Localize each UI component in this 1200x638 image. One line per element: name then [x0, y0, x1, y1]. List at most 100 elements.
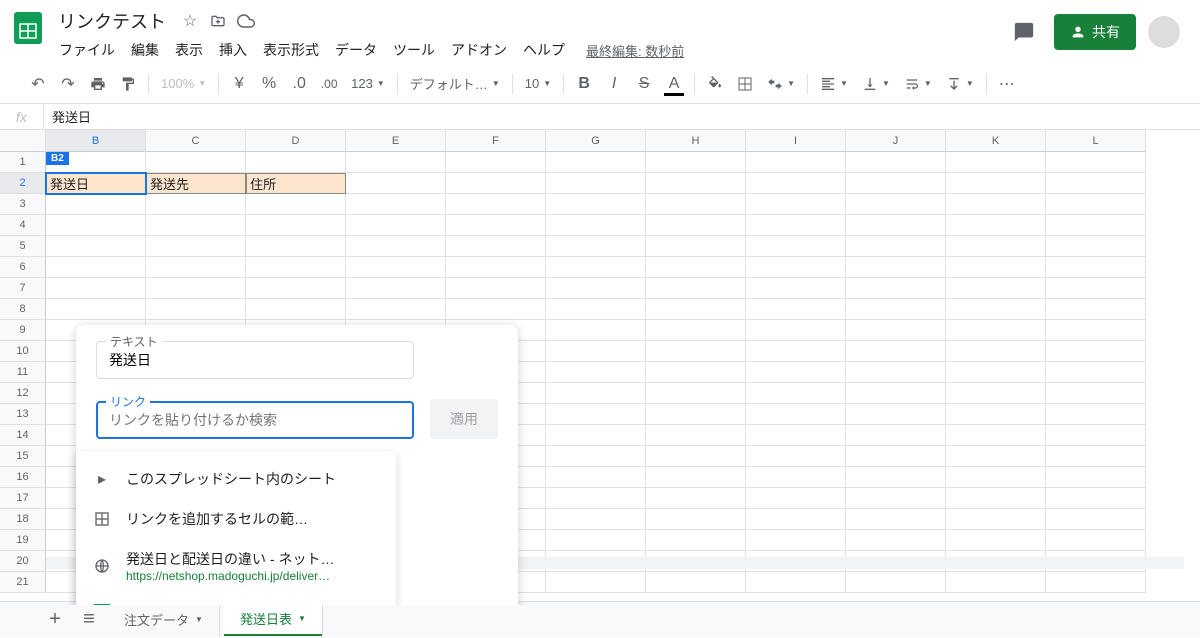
- cell-I8[interactable]: [746, 299, 846, 320]
- cell-L9[interactable]: [1046, 320, 1146, 341]
- cell-I13[interactable]: [746, 404, 846, 425]
- cell-I6[interactable]: [746, 257, 846, 278]
- cell-L7[interactable]: [1046, 278, 1146, 299]
- cell-D3[interactable]: [246, 194, 346, 215]
- row-header-19[interactable]: 19: [0, 530, 46, 551]
- cell-K6[interactable]: [946, 257, 1046, 278]
- cell-D8[interactable]: [246, 299, 346, 320]
- cell-L16[interactable]: [1046, 467, 1146, 488]
- cell-H17[interactable]: [646, 488, 746, 509]
- cell-E4[interactable]: [346, 215, 446, 236]
- cell-L5[interactable]: [1046, 236, 1146, 257]
- cell-K15[interactable]: [946, 446, 1046, 467]
- cell-H11[interactable]: [646, 362, 746, 383]
- cell-G10[interactable]: [546, 341, 646, 362]
- redo-button[interactable]: ↷: [54, 70, 82, 98]
- row-header-6[interactable]: 6: [0, 257, 46, 278]
- cell-H18[interactable]: [646, 509, 746, 530]
- cell-H12[interactable]: [646, 383, 746, 404]
- cell-J3[interactable]: [846, 194, 946, 215]
- cell-F7[interactable]: [446, 278, 546, 299]
- cell-K18[interactable]: [946, 509, 1046, 530]
- cell-I9[interactable]: [746, 320, 846, 341]
- suggestion-cell-range[interactable]: リンクを追加するセルの範…: [76, 499, 396, 539]
- cell-C7[interactable]: [146, 278, 246, 299]
- cell-G19[interactable]: [546, 530, 646, 551]
- row-header-3[interactable]: 3: [0, 194, 46, 215]
- cell-L12[interactable]: [1046, 383, 1146, 404]
- move-icon[interactable]: [208, 11, 228, 31]
- cell-G9[interactable]: [546, 320, 646, 341]
- row-header-14[interactable]: 14: [0, 425, 46, 446]
- column-header-B[interactable]: B: [46, 130, 146, 152]
- row-header-15[interactable]: 15: [0, 446, 46, 467]
- cell-G13[interactable]: [546, 404, 646, 425]
- column-header-C[interactable]: C: [146, 130, 246, 152]
- cell-L17[interactable]: [1046, 488, 1146, 509]
- cell-G11[interactable]: [546, 362, 646, 383]
- cell-G18[interactable]: [546, 509, 646, 530]
- strikethrough-button[interactable]: S: [630, 70, 658, 98]
- cell-K5[interactable]: [946, 236, 1046, 257]
- text-color-button[interactable]: A: [660, 70, 688, 98]
- cell-I19[interactable]: [746, 530, 846, 551]
- cell-K9[interactable]: [946, 320, 1046, 341]
- row-header-13[interactable]: 13: [0, 404, 46, 425]
- cell-H14[interactable]: [646, 425, 746, 446]
- wrap-button[interactable]: ▼: [898, 72, 938, 96]
- cell-D5[interactable]: [246, 236, 346, 257]
- row-header-18[interactable]: 18: [0, 509, 46, 530]
- cell-L1[interactable]: [1046, 152, 1146, 173]
- column-header-H[interactable]: H: [646, 130, 746, 152]
- sheet-tab-1[interactable]: 発送日表▼: [224, 601, 323, 638]
- cell-J19[interactable]: [846, 530, 946, 551]
- cell-G7[interactable]: [546, 278, 646, 299]
- cell-I2[interactable]: [746, 173, 846, 194]
- column-header-G[interactable]: G: [546, 130, 646, 152]
- menu-insert[interactable]: 挿入: [212, 36, 254, 64]
- cell-B7[interactable]: [46, 278, 146, 299]
- cell-H2[interactable]: [646, 173, 746, 194]
- cell-E3[interactable]: [346, 194, 446, 215]
- cell-E8[interactable]: [346, 299, 446, 320]
- cell-I11[interactable]: [746, 362, 846, 383]
- sheets-logo[interactable]: [8, 8, 48, 48]
- cell-G6[interactable]: [546, 257, 646, 278]
- cell-C4[interactable]: [146, 215, 246, 236]
- cell-F4[interactable]: [446, 215, 546, 236]
- cell-G3[interactable]: [546, 194, 646, 215]
- row-header-21[interactable]: 21: [0, 572, 46, 593]
- cell-L3[interactable]: [1046, 194, 1146, 215]
- apply-button[interactable]: 適用: [430, 399, 498, 439]
- cell-I15[interactable]: [746, 446, 846, 467]
- rotate-button[interactable]: ▼: [940, 72, 980, 96]
- cell-J17[interactable]: [846, 488, 946, 509]
- cell-J8[interactable]: [846, 299, 946, 320]
- cell-C3[interactable]: [146, 194, 246, 215]
- cell-F5[interactable]: [446, 236, 546, 257]
- decrease-decimal-button[interactable]: .0: [285, 70, 313, 98]
- cell-J7[interactable]: [846, 278, 946, 299]
- column-header-I[interactable]: I: [746, 130, 846, 152]
- cell-K16[interactable]: [946, 467, 1046, 488]
- cell-J10[interactable]: [846, 341, 946, 362]
- cell-B6[interactable]: [46, 257, 146, 278]
- cell-I17[interactable]: [746, 488, 846, 509]
- cell-H7[interactable]: [646, 278, 746, 299]
- cell-I5[interactable]: [746, 236, 846, 257]
- column-header-J[interactable]: J: [846, 130, 946, 152]
- currency-button[interactable]: ¥: [225, 70, 253, 98]
- cell-L4[interactable]: [1046, 215, 1146, 236]
- cell-K17[interactable]: [946, 488, 1046, 509]
- cell-H6[interactable]: [646, 257, 746, 278]
- cell-D7[interactable]: [246, 278, 346, 299]
- cell-I10[interactable]: [746, 341, 846, 362]
- menu-help[interactable]: ヘルプ: [516, 36, 572, 64]
- cell-C2[interactable]: 発送先: [146, 173, 246, 194]
- cell-I14[interactable]: [746, 425, 846, 446]
- row-header-17[interactable]: 17: [0, 488, 46, 509]
- cell-F1[interactable]: [446, 152, 546, 173]
- cell-B5[interactable]: [46, 236, 146, 257]
- row-header-8[interactable]: 8: [0, 299, 46, 320]
- add-sheet-button[interactable]: +: [40, 605, 70, 635]
